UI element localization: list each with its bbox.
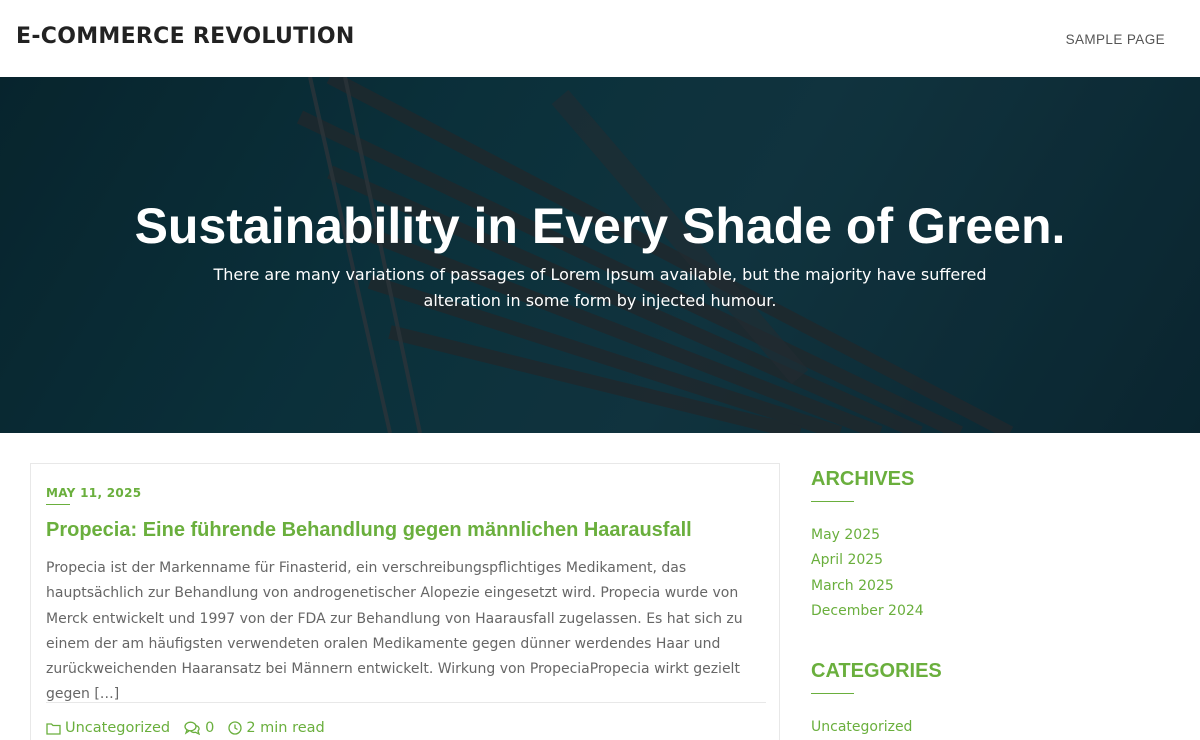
post-comments-count: 0 — [205, 720, 215, 736]
post-category-link[interactable]: Uncategorized — [46, 720, 170, 736]
comments-icon — [184, 721, 201, 735]
post-read-time: 2 min read — [228, 720, 325, 736]
categories-underline — [811, 693, 854, 694]
archive-link-march-2025[interactable]: March 2025 — [811, 574, 924, 599]
hero-overlay — [0, 77, 1200, 433]
hero-title: Sustainability in Every Shade of Green. — [134, 198, 1066, 254]
post-date-underline — [46, 504, 70, 505]
post-title-link[interactable]: Propecia: Eine führende Behandlung gegen… — [46, 519, 692, 542]
archives-title: ARCHIVES — [811, 468, 915, 490]
post-date[interactable]: MAY 11, 2025 — [46, 486, 141, 500]
hero-banner: Sustainability in Every Shade of Green. … — [0, 77, 1200, 433]
archives-list: May 2025 April 2025 March 2025 December … — [811, 523, 924, 624]
folder-icon — [46, 722, 61, 735]
archives-underline — [811, 501, 854, 502]
archive-link-december-2024[interactable]: December 2024 — [811, 599, 924, 624]
site-title[interactable]: E-COMMERCE REVOLUTION — [16, 24, 355, 49]
nav-sample-page[interactable]: SAMPLE PAGE — [1066, 32, 1165, 47]
post-read-time-label: 2 min read — [246, 720, 325, 736]
post-excerpt: Propecia ist der Markenname für Finaster… — [46, 560, 743, 703]
post-comments-link[interactable]: 0 — [184, 720, 214, 736]
hero-subtitle: There are many variations of passages of… — [213, 265, 987, 310]
archive-link-may-2025[interactable]: May 2025 — [811, 523, 924, 548]
post-meta: Uncategorized 0 2 min read — [46, 720, 339, 736]
post-card: MAY 11, 2025 Propecia: Eine führende Beh… — [30, 463, 780, 740]
categories-list: Uncategorized — [811, 715, 912, 740]
site-header: E-COMMERCE REVOLUTION SAMPLE PAGE — [0, 0, 1200, 77]
clock-icon — [228, 721, 242, 735]
categories-title: CATEGORIES — [811, 660, 942, 682]
archive-link-april-2025[interactable]: April 2025 — [811, 548, 924, 573]
post-divider — [46, 702, 766, 703]
post-category-label: Uncategorized — [65, 720, 171, 736]
category-link-uncategorized[interactable]: Uncategorized — [811, 715, 912, 740]
